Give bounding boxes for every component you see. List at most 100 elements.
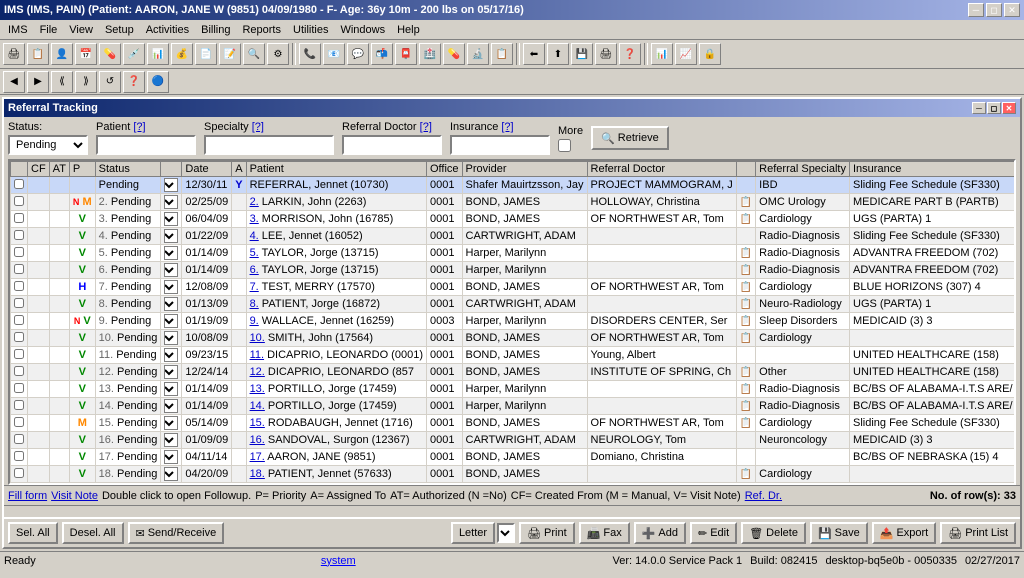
toolbar-btn-21[interactable]: 📋 [491,43,513,65]
table-row[interactable]: V 16. Pending 01/09/09 16. SANDOVAL, Sur… [11,432,1017,449]
patient-input[interactable]: All [96,135,196,155]
save-button[interactable]: 💾 Save [810,522,868,544]
col-provider[interactable]: Provider [462,162,587,177]
table-row[interactable]: V 4. Pending 01/22/09 4. LEE, Jennet (16… [11,228,1017,245]
toolbar-btn-16[interactable]: 📬 [371,43,393,65]
col-status[interactable]: Status [95,162,161,177]
table-row[interactable]: V 5. Pending 01/14/09 5. TAYLOR, Jorge (… [11,245,1017,262]
nav-help[interactable]: ❓ [123,71,145,93]
visit-note-label[interactable]: Visit Note [51,490,98,502]
referral-table-container[interactable]: CF AT P Status Date A Patient Office Pro… [8,159,1016,485]
table-row[interactable]: M 15. Pending 05/14/09 15. RODABAUGH, Je… [11,415,1017,432]
table-row[interactable]: V 3. Pending 06/04/09 3. MORRISON, John … [11,211,1017,228]
toolbar-btn-2[interactable]: 📋 [27,43,49,65]
print-button[interactable]: 🖨 Print [519,522,575,544]
row-dd[interactable] [161,364,182,381]
row-dd[interactable] [161,432,182,449]
rt-close[interactable]: ✕ [1002,102,1016,114]
specialty-input[interactable]: All [204,135,334,155]
toolbar-btn-6[interactable]: 💉 [123,43,145,65]
col-office[interactable]: Office [426,162,462,177]
toolbar-btn-23[interactable]: ⬆ [547,43,569,65]
row-checkbox[interactable] [14,434,24,444]
table-row[interactable]: V 8. Pending 01/13/09 8. PATIENT, Jorge … [11,296,1017,313]
col-a[interactable]: A [232,162,246,177]
insurance-help-link[interactable]: [?] [501,121,513,133]
sel-all-button[interactable]: Sel. All [8,522,58,544]
desel-all-button[interactable]: Desel. All [62,522,124,544]
row-checkbox[interactable] [14,196,24,206]
row-checkbox[interactable] [14,264,24,274]
more-checkbox[interactable] [558,139,571,152]
row-checkbox[interactable] [14,366,24,376]
table-row[interactable]: N V 9. Pending 01/19/09 9. WALLACE, Jenn… [11,313,1017,330]
minimize-button[interactable]: ─ [968,3,984,17]
table-row[interactable]: V 10. Pending 10/08/09 10. SMITH, John (… [11,330,1017,347]
row-checkbox[interactable] [14,230,24,240]
row-dd[interactable] [161,262,182,279]
fax-button[interactable]: 📠 Fax [579,522,630,544]
referral-doctor-input[interactable]: All [342,135,442,155]
app-status-system[interactable]: system [64,555,613,567]
edit-button[interactable]: ✏ Edit [690,522,737,544]
send-receive-button[interactable]: ✉ Send/Receive [128,522,225,544]
menu-utilities[interactable]: Utilities [287,22,334,38]
col-at[interactable]: AT [49,162,69,177]
rt-minimize[interactable]: ─ [972,102,986,114]
toolbar-btn-18[interactable]: 🏥 [419,43,441,65]
col-p[interactable]: P [69,162,95,177]
row-dd[interactable] [161,313,182,330]
row-checkbox[interactable] [14,383,24,393]
row-dd[interactable] [161,279,182,296]
toolbar-btn-26[interactable]: ❓ [619,43,641,65]
row-dd[interactable] [161,381,182,398]
toolbar-btn-20[interactable]: 🔬 [467,43,489,65]
menu-view[interactable]: View [63,22,99,38]
toolbar-btn-12[interactable]: ⚙ [267,43,289,65]
row-dd[interactable] [161,330,182,347]
rt-restore[interactable]: ◻ [987,102,1001,114]
row-checkbox[interactable] [14,315,24,325]
table-row[interactable]: H 7. Pending 12/08/09 7. TEST, MERRY (17… [11,279,1017,296]
row-dd[interactable] [161,296,182,313]
toolbar-btn-17[interactable]: 📮 [395,43,417,65]
add-button[interactable]: ➕ Add [634,522,686,544]
toolbar-btn-1[interactable]: 🖨 [3,43,25,65]
letter-select[interactable] [497,523,515,543]
export-button[interactable]: 📤 Export [872,522,937,544]
toolbar-btn-28[interactable]: 📈 [675,43,697,65]
row-checkbox[interactable] [14,417,24,427]
row-dd[interactable] [161,466,182,483]
menu-billing[interactable]: Billing [195,22,236,38]
toolbar-btn-13[interactable]: 📞 [299,43,321,65]
col-insurance[interactable]: Insurance [850,162,1017,177]
row-checkbox[interactable] [14,468,24,478]
table-row[interactable]: V 13. Pending 01/14/09 13. PORTILLO, Jor… [11,381,1017,398]
toolbar-btn-25[interactable]: 🖨 [595,43,617,65]
col-patient[interactable]: Patient [246,162,426,177]
toolbar-btn-9[interactable]: 📄 [195,43,217,65]
fill-form-label[interactable]: Fill form [8,490,47,502]
patient-help-link[interactable]: [?] [133,121,145,133]
row-dd[interactable] [161,211,182,228]
restore-button[interactable]: ◻ [986,3,1002,17]
horizontal-scrollbar[interactable] [4,505,1020,517]
toolbar-btn-24[interactable]: 💾 [571,43,593,65]
table-row[interactable]: Pending 12/30/11 Y REFERRAL, Jennet (107… [11,177,1017,194]
row-checkbox[interactable] [14,298,24,308]
row-checkbox[interactable] [14,213,24,223]
nav-refresh[interactable]: ↺ [99,71,121,93]
col-referral-specialty[interactable]: Referral Specialty [756,162,850,177]
nav-extra[interactable]: 🔵 [147,71,169,93]
letter-button[interactable]: Letter [451,522,495,544]
menu-reports[interactable]: Reports [236,22,287,38]
menu-windows[interactable]: Windows [334,22,391,38]
toolbar-btn-7[interactable]: 📊 [147,43,169,65]
table-row[interactable]: V 6. Pending 01/14/09 6. TAYLOR, Jorge (… [11,262,1017,279]
menu-ims[interactable]: IMS [2,22,34,38]
table-row[interactable]: N M 2. Pending 02/25/09 2. LARKIN, John … [11,194,1017,211]
table-row[interactable]: V 18. Pending 04/20/09 18. PATIENT, Jenn… [11,466,1017,483]
toolbar-btn-8[interactable]: 💰 [171,43,193,65]
row-dd[interactable] [161,245,182,262]
delete-button[interactable]: 🗑 Delete [741,522,806,544]
